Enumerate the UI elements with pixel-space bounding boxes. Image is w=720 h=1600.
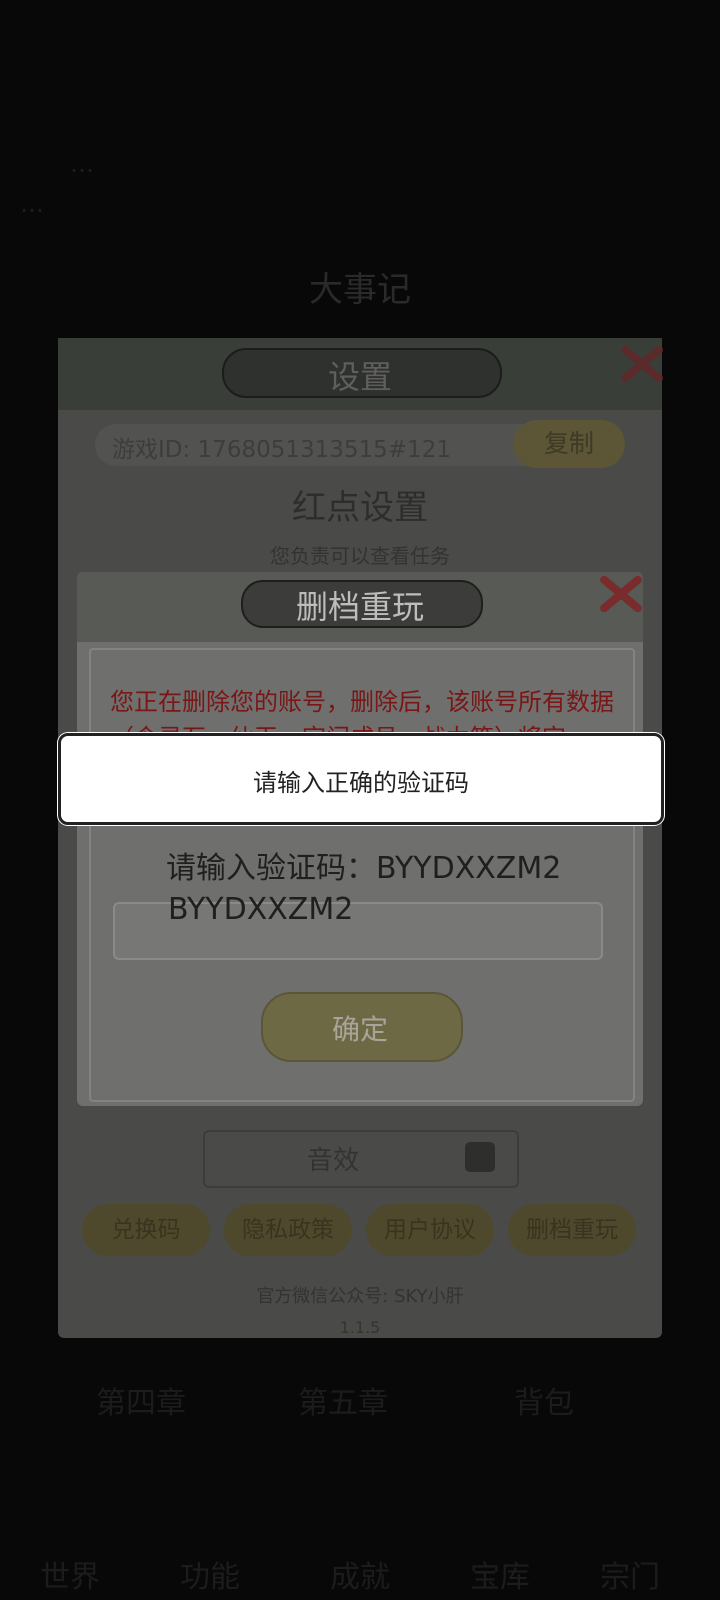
nav-treasury[interactable]: 宝库: [470, 1552, 530, 1596]
bg-bag: 背包: [514, 1386, 574, 1421]
bg-chapter-4: 第四章: [96, 1386, 186, 1421]
settings-title: 设置: [327, 358, 392, 396]
wechat-account-text: 官方微信公众号: SKY小肝: [256, 1286, 464, 1307]
background-text-line-2: …: [20, 190, 44, 218]
verification-prompt: 请输入验证码：BYYDXXZM2: [166, 851, 562, 886]
nav-function[interactable]: 功能: [180, 1552, 240, 1596]
background-text-line-1: …: [70, 150, 94, 178]
privacy-policy-button[interactable]: 隐私政策: [224, 1204, 352, 1256]
bg-chapter-5: 第五章: [298, 1386, 388, 1421]
background-heading: 大事记: [309, 270, 411, 310]
sfx-checkbox[interactable]: [465, 1142, 495, 1172]
error-toast-message: 请输入正确的验证码: [253, 769, 469, 797]
nav-sect[interactable]: 宗门: [600, 1552, 660, 1596]
version-text: 1.1.5: [339, 1318, 381, 1337]
sfx-label: 音效: [306, 1146, 359, 1176]
delete-dialog-title: 删档重玩: [295, 588, 424, 626]
game-id-text: 游戏ID: 1768051313515#121: [112, 437, 451, 463]
confirm-button-label: 确定: [331, 1013, 388, 1046]
redeem-code-button[interactable]: 兑换码: [82, 1204, 210, 1256]
dialog-close-icon[interactable]: [597, 570, 643, 616]
settings-row-text: 您负责可以查看任务: [270, 544, 450, 568]
red-dot-settings-title: 红点设置: [292, 488, 428, 528]
delete-replay-button[interactable]: 删档重玩: [508, 1204, 636, 1256]
user-agreement-button[interactable]: 用户协议: [366, 1204, 494, 1256]
nav-world[interactable]: 世界: [40, 1552, 100, 1596]
copy-button[interactable]: 复制: [513, 420, 625, 468]
nav-achievement[interactable]: 成就: [330, 1552, 390, 1596]
settings-close-icon[interactable]: [618, 340, 664, 386]
verification-code-value: BYYDXXZM2: [168, 892, 354, 927]
